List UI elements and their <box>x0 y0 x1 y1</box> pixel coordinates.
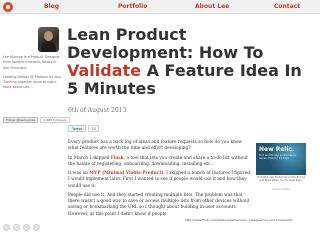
paragraph: Every product has a back log of ideas an… <box>68 140 243 152</box>
bio-line: from Northern Ireland, based in <box>3 60 57 65</box>
author-avatar <box>38 27 59 52</box>
title-line: Development: How To <box>67 43 264 62</box>
sidebar-ad[interactable]: New Relic. Find and fix app performance … <box>256 143 306 175</box>
site-logo-icon[interactable] <box>3 2 13 12</box>
nav-link-portfolio[interactable]: Portfolio <box>118 2 147 12</box>
paragraph: It was an MVP (Minimal Viable Product). … <box>68 171 252 190</box>
ad-subtitle: Find and fix app performance issues. Fre… <box>259 154 296 161</box>
more-about-link[interactable]: More about Lee... <box>3 85 33 89</box>
share-twitter-icon[interactable] <box>13 224 20 231</box>
ad-powered-by[interactable]: Powered by BSA <box>256 188 306 191</box>
ad-caption[interactable]: Find Web App Performance Monitoring and … <box>256 176 306 183</box>
ad-title: New Relic. <box>259 146 295 153</box>
flask-link[interactable]: Flask <box>111 156 124 161</box>
share-google-icon[interactable] <box>23 224 30 231</box>
twitter-follow: Follow @leemunroe 2,389 followers <box>3 117 70 123</box>
post-date: 6th of August 2013 <box>68 107 127 114</box>
tweet-count: 70 <box>88 125 99 132</box>
title-line-rest: A Feature Idea In <box>141 61 302 80</box>
title-highlight: Validate <box>67 61 142 80</box>
title-line: Lean Product <box>67 25 187 44</box>
share-bar <box>3 224 40 231</box>
mvp-link[interactable]: MVP (Minimal Viable Product) <box>89 171 163 176</box>
title-line: 5 Minutes <box>67 79 156 98</box>
paragraph: People did use it. And they started crea… <box>68 192 250 217</box>
text-span: It was an <box>68 171 90 177</box>
paragraph: In March I skipped Flask, a tool that le… <box>68 156 252 168</box>
title-line: Validate A Feature Idea In <box>67 62 320 80</box>
follower-count: 2,389 followers <box>40 117 70 123</box>
nav-link-about[interactable]: About Lee <box>195 2 229 12</box>
author-bio: Lee Munroe is a Product Designer from No… <box>3 55 65 91</box>
post-body: Every product has a back log of ideas an… <box>68 140 252 221</box>
screenshot-watermark: http://www.flickr.com/photos/leemunroe/ … <box>184 218 294 222</box>
tweet-button[interactable]: Tweet <box>68 125 87 132</box>
share-email-icon[interactable] <box>33 224 40 231</box>
text-span: In March I skipped <box>68 155 111 161</box>
nav-link-blog[interactable]: Blog <box>44 2 59 12</box>
nav-link-contact[interactable]: Contact <box>274 2 300 12</box>
top-nav: Blog Portfolio About Lee Contact <box>0 0 320 14</box>
follow-button[interactable]: Follow @leemunroe <box>3 117 39 123</box>
tweet-widget: Tweet 70 <box>68 125 99 132</box>
post-title: Lean Product Development: How To Validat… <box>67 26 320 98</box>
share-facebook-icon[interactable] <box>3 224 10 231</box>
